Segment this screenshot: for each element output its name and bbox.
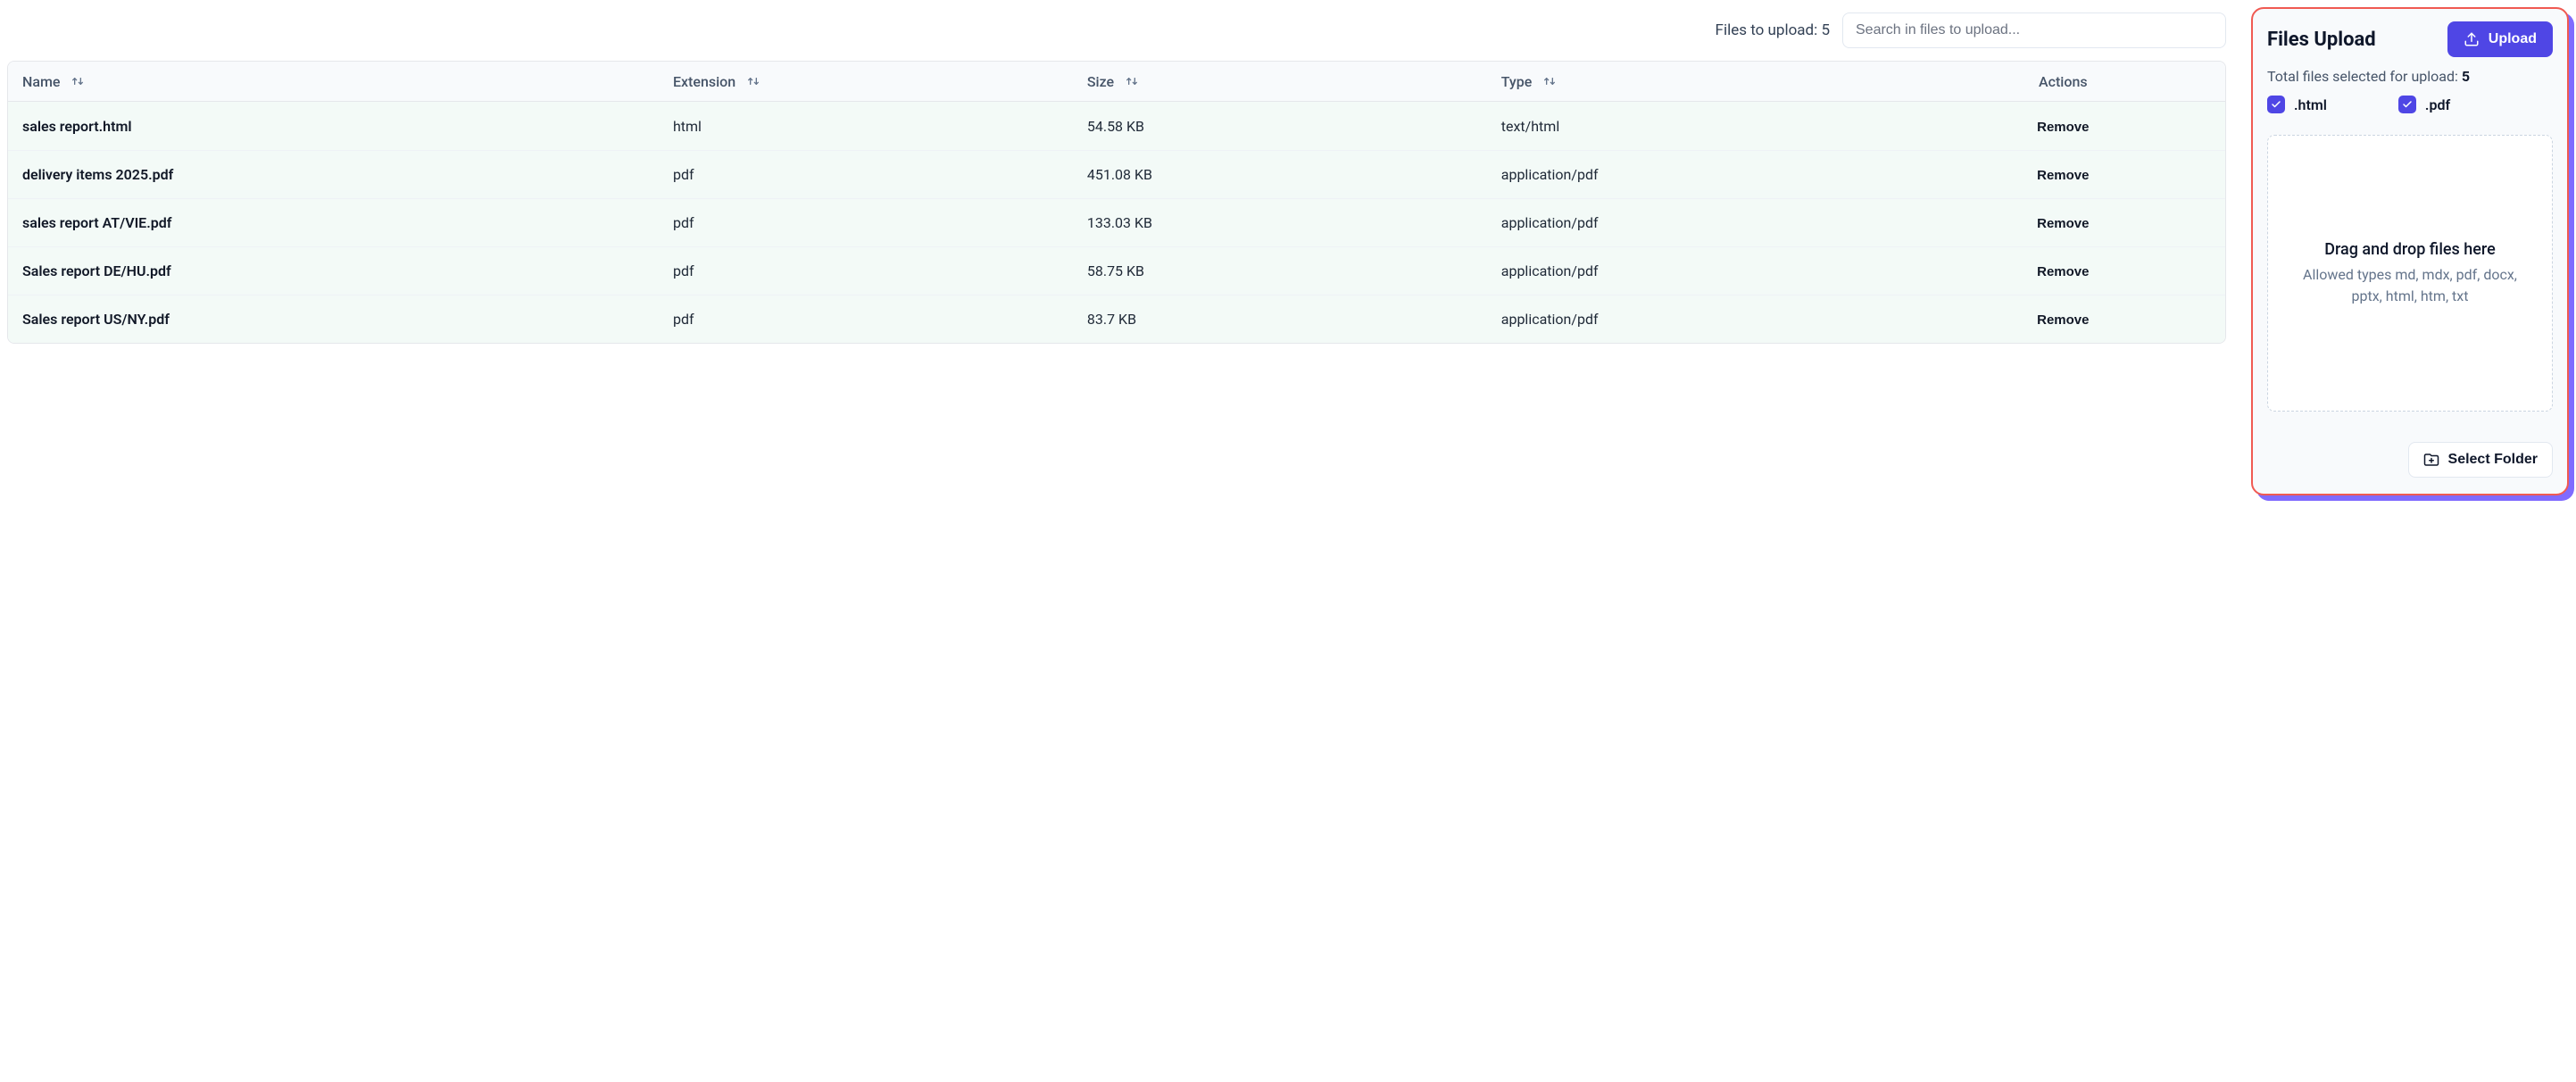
cell-extension: pdf	[673, 166, 1087, 183]
dropzone-title: Drag and drop files here	[2324, 240, 2496, 259]
type-filter[interactable]: .html	[2267, 96, 2327, 113]
cell-size: 451.08 KB	[1087, 166, 1501, 183]
panel-title: Files Upload	[2267, 29, 2376, 51]
upload-icon	[2464, 31, 2480, 47]
column-header-label: Extension	[673, 73, 735, 90]
select-folder-button[interactable]: Select Folder	[2408, 442, 2553, 478]
remove-button[interactable]: Remove	[2037, 264, 2089, 279]
sort-icon	[71, 74, 85, 88]
column-header-label: Type	[1501, 73, 1533, 90]
type-filter[interactable]: .pdf	[2398, 96, 2450, 113]
cell-type: application/pdf	[1501, 166, 1915, 183]
type-filter-label: .pdf	[2425, 96, 2450, 113]
cell-extension: pdf	[673, 262, 1087, 279]
column-header-name[interactable]: Name	[22, 62, 673, 101]
cell-size: 133.03 KB	[1087, 214, 1501, 231]
select-folder-label: Select Folder	[2448, 452, 2538, 468]
cell-extension: html	[673, 118, 1087, 135]
cell-size: 83.7 KB	[1087, 311, 1501, 328]
cell-name: sales report.html	[22, 118, 673, 135]
table-row: Sales report US/NY.pdfpdf83.7 KBapplicat…	[8, 295, 2225, 343]
files-count-label: Files to upload: 5	[1716, 21, 1830, 39]
table-header-row: Name Extension Size	[8, 62, 2225, 102]
checkbox-checked-icon	[2267, 96, 2285, 113]
cell-name: Sales report DE/HU.pdf	[22, 262, 673, 279]
sort-icon	[1542, 74, 1557, 88]
sort-icon	[746, 74, 760, 88]
checkbox-checked-icon	[2398, 96, 2416, 113]
table-row: delivery items 2025.pdfpdf451.08 KBappli…	[8, 150, 2225, 198]
cell-size: 54.58 KB	[1087, 118, 1501, 135]
total-selected-prefix: Total files selected for upload:	[2267, 68, 2462, 85]
sort-icon	[1125, 74, 1139, 88]
upload-button-label: Upload	[2489, 31, 2537, 47]
cell-name: sales report AT/VIE.pdf	[22, 214, 673, 231]
cell-actions: Remove	[1915, 118, 2211, 135]
cell-name: delivery items 2025.pdf	[22, 166, 673, 183]
cell-actions: Remove	[1915, 311, 2211, 328]
column-header-size[interactable]: Size	[1087, 62, 1501, 101]
dropzone[interactable]: Drag and drop files here Allowed types m…	[2267, 135, 2553, 412]
table-row: Sales report DE/HU.pdfpdf58.75 KBapplica…	[8, 246, 2225, 295]
total-selected-count: 5	[2462, 68, 2470, 85]
table-row: sales report AT/VIE.pdfpdf133.03 KBappli…	[8, 198, 2225, 246]
table-body: sales report.htmlhtml54.58 KBtext/html Re…	[8, 102, 2225, 343]
remove-button[interactable]: Remove	[2037, 168, 2089, 183]
cell-name: Sales report US/NY.pdf	[22, 311, 673, 328]
cell-extension: pdf	[673, 311, 1087, 328]
cell-actions: Remove	[1915, 214, 2211, 231]
cell-actions: Remove	[1915, 166, 2211, 183]
cell-actions: Remove	[1915, 262, 2211, 279]
column-header-extension[interactable]: Extension	[673, 62, 1087, 101]
cell-type: text/html	[1501, 118, 1915, 135]
dropzone-subtitle: Allowed types md, mdx, pdf, docx, pptx, …	[2303, 264, 2517, 305]
type-filter-row: .html .pdf	[2267, 96, 2553, 113]
table-toolbar: Files to upload: 5	[7, 7, 2226, 61]
column-header-label: Size	[1087, 73, 1114, 90]
cell-type: application/pdf	[1501, 214, 1915, 231]
upload-button[interactable]: Upload	[2447, 21, 2553, 57]
column-header-type[interactable]: Type	[1501, 62, 1915, 101]
folder-plus-icon	[2423, 452, 2439, 468]
cell-size: 58.75 KB	[1087, 262, 1501, 279]
column-header-actions: Actions	[1915, 62, 2211, 101]
remove-button[interactable]: Remove	[2037, 312, 2089, 328]
table-row: sales report.htmlhtml54.58 KBtext/html Re…	[8, 102, 2225, 150]
cell-extension: pdf	[673, 214, 1087, 231]
upload-panel: Files Upload Upload Total files selected…	[2251, 7, 2569, 495]
search-input[interactable]	[1842, 12, 2226, 48]
column-header-label: Name	[22, 73, 60, 90]
remove-button[interactable]: Remove	[2037, 120, 2089, 135]
cell-type: application/pdf	[1501, 311, 1915, 328]
column-header-label: Actions	[2039, 73, 2088, 90]
type-filter-label: .html	[2294, 96, 2327, 113]
remove-button[interactable]: Remove	[2037, 216, 2089, 231]
cell-type: application/pdf	[1501, 262, 1915, 279]
files-table: Name Extension Size	[7, 61, 2226, 344]
total-selected-label: Total files selected for upload: 5	[2267, 68, 2553, 85]
